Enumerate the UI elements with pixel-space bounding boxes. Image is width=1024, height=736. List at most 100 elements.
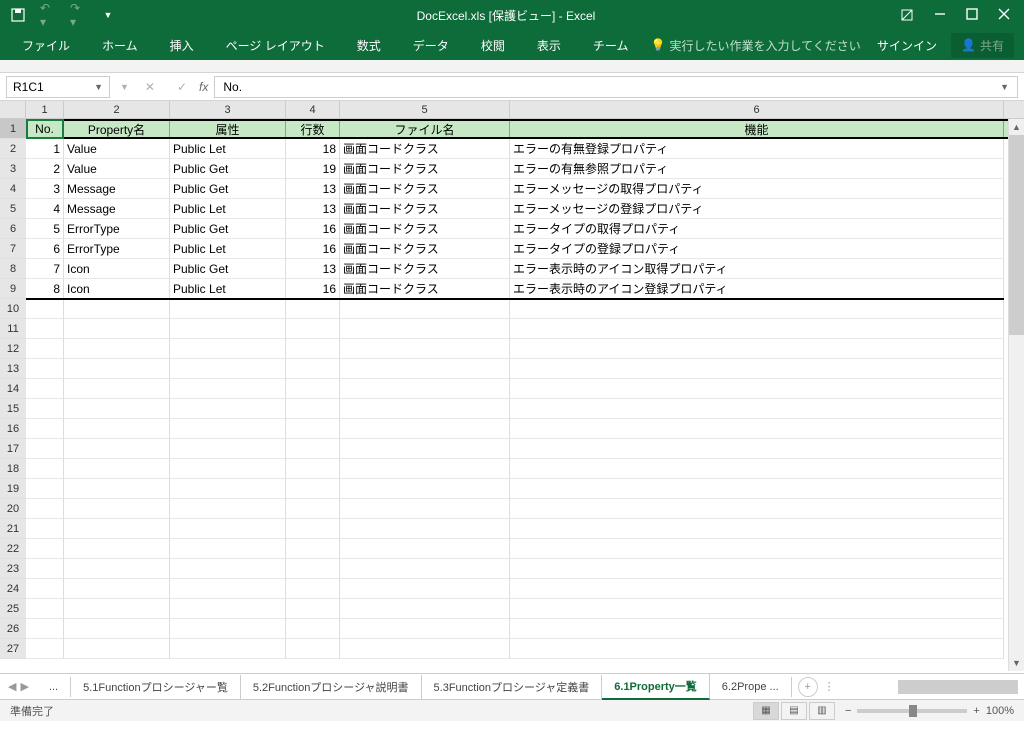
row-header[interactable]: 12 <box>0 339 26 359</box>
row-header[interactable]: 1 <box>0 119 26 139</box>
view-normal-icon[interactable]: ▦ <box>753 702 779 720</box>
empty-row[interactable] <box>26 479 1024 499</box>
view-pagebreak-icon[interactable]: ▥ <box>809 702 835 720</box>
row-header[interactable]: 5 <box>0 199 26 219</box>
tab-home[interactable]: ホーム <box>86 31 154 60</box>
tab-options-icon[interactable]: ⋮ <box>824 680 835 693</box>
tab-nav-prev-icon[interactable]: ◀ <box>8 680 16 693</box>
view-pagelayout-icon[interactable]: ▤ <box>781 702 807 720</box>
formula-expand-icon[interactable]: ▼ <box>1000 82 1009 92</box>
zoom-in-icon[interactable]: + <box>973 705 979 717</box>
row-header[interactable]: 16 <box>0 419 26 439</box>
horizontal-scrollbar[interactable] <box>898 680 1018 694</box>
col-header[interactable]: 2 <box>64 101 170 118</box>
row-header[interactable]: 10 <box>0 299 26 319</box>
row-header[interactable]: 9 <box>0 279 26 299</box>
sheet-tab-ellipsis[interactable]: ... <box>37 677 71 697</box>
undo-icon[interactable]: ↶ ▾ <box>40 7 56 23</box>
scroll-thumb[interactable] <box>1009 135 1024 335</box>
table-row[interactable]: 1ValuePublic Let18画面コードクラスエラーの有無登録プロパティ <box>26 139 1024 159</box>
empty-row[interactable] <box>26 359 1024 379</box>
row-header[interactable]: 20 <box>0 499 26 519</box>
row-header[interactable]: 19 <box>0 479 26 499</box>
tell-me-search[interactable]: 💡 実行したい作業を入力してください <box>650 37 860 54</box>
select-all-corner[interactable] <box>0 101 26 119</box>
sheet-tab[interactable]: 5.3Functionプロシージャ定義書 <box>422 675 603 699</box>
empty-row[interactable] <box>26 319 1024 339</box>
sheet-tab[interactable]: 5.2Functionプロシージャ説明書 <box>241 675 422 699</box>
table-row[interactable]: 3MessagePublic Get13画面コードクラスエラーメッセージの取得プ… <box>26 179 1024 199</box>
tab-formulas[interactable]: 数式 <box>341 31 397 60</box>
signin-link[interactable]: サインイン <box>877 37 937 54</box>
empty-row[interactable] <box>26 559 1024 579</box>
spreadsheet-grid[interactable]: 1234567891011121314151617181920212223242… <box>0 101 1024 673</box>
row-header[interactable]: 3 <box>0 159 26 179</box>
table-row[interactable]: 8IconPublic Let16画面コードクラスエラー表示時のアイコン登録プロ… <box>26 279 1024 299</box>
col-header[interactable]: 1 <box>26 101 64 118</box>
qat-dropdown-icon[interactable]: ▼ <box>100 7 116 23</box>
empty-row[interactable] <box>26 579 1024 599</box>
maximize-icon[interactable] <box>966 8 978 22</box>
formula-input[interactable]: No. ▼ <box>214 76 1018 98</box>
name-box[interactable]: R1C1 ▼ <box>6 76 110 98</box>
sheet-tab-active[interactable]: 6.1Property一覧 <box>602 674 710 700</box>
empty-row[interactable] <box>26 499 1024 519</box>
empty-row[interactable] <box>26 419 1024 439</box>
empty-row[interactable] <box>26 539 1024 559</box>
row-header[interactable]: 21 <box>0 519 26 539</box>
table-row[interactable]: 5ErrorTypePublic Get16画面コードクラスエラータイプの取得プ… <box>26 219 1024 239</box>
empty-row[interactable] <box>26 299 1024 319</box>
row-header[interactable]: 26 <box>0 619 26 639</box>
empty-row[interactable] <box>26 459 1024 479</box>
row-header[interactable]: 24 <box>0 579 26 599</box>
table-row[interactable]: 7IconPublic Get13画面コードクラスエラー表示時のアイコン取得プロ… <box>26 259 1024 279</box>
zoom-knob[interactable] <box>909 705 917 717</box>
hscroll-thumb[interactable] <box>898 680 1018 694</box>
row-header[interactable]: 23 <box>0 559 26 579</box>
share-button[interactable]: 👤 共有 <box>951 33 1014 58</box>
zoom-slider[interactable] <box>857 709 967 713</box>
zoom-level[interactable]: 100% <box>986 705 1014 717</box>
tab-nav-next-icon[interactable]: ▶ <box>20 680 28 693</box>
save-icon[interactable] <box>10 7 26 23</box>
row-header[interactable]: 13 <box>0 359 26 379</box>
scroll-up-icon[interactable]: ▲ <box>1009 119 1024 135</box>
row-header[interactable]: 18 <box>0 459 26 479</box>
row-header[interactable]: 14 <box>0 379 26 399</box>
namebox-expand-icon[interactable]: ▼ <box>120 82 129 92</box>
row-header[interactable]: 4 <box>0 179 26 199</box>
row-header[interactable]: 25 <box>0 599 26 619</box>
col-header[interactable]: 4 <box>286 101 340 118</box>
tab-review[interactable]: 校閲 <box>465 31 521 60</box>
empty-row[interactable] <box>26 399 1024 419</box>
minimize-icon[interactable] <box>934 8 946 22</box>
row-header[interactable]: 2 <box>0 139 26 159</box>
row-header[interactable]: 6 <box>0 219 26 239</box>
row-header[interactable]: 27 <box>0 639 26 659</box>
col-header[interactable]: 6 <box>510 101 1004 118</box>
tab-file[interactable]: ファイル <box>6 31 86 60</box>
col-header[interactable]: 5 <box>340 101 510 118</box>
row-header[interactable]: 15 <box>0 399 26 419</box>
row-header[interactable]: 7 <box>0 239 26 259</box>
empty-row[interactable] <box>26 639 1024 659</box>
table-row[interactable]: 4MessagePublic Let13画面コードクラスエラーメッセージの登録プ… <box>26 199 1024 219</box>
empty-row[interactable] <box>26 599 1024 619</box>
row-header[interactable]: 8 <box>0 259 26 279</box>
redo-icon[interactable]: ↷ ▾ <box>70 7 86 23</box>
tab-pagelayout[interactable]: ページ レイアウト <box>210 31 341 60</box>
empty-row[interactable] <box>26 339 1024 359</box>
sheet-tab[interactable]: 5.1Functionプロシージャー覧 <box>71 675 241 699</box>
column-headers[interactable]: 1 2 3 4 5 6 <box>26 101 1024 119</box>
sheet-tab[interactable]: 6.2Prope ... <box>710 677 792 697</box>
scroll-down-icon[interactable]: ▼ <box>1009 655 1024 671</box>
table-row[interactable]: 6ErrorTypePublic Let16画面コードクラスエラータイプの登録プ… <box>26 239 1024 259</box>
ribbon-options-icon[interactable] <box>900 8 914 22</box>
enter-icon[interactable]: ✓ <box>171 80 193 94</box>
close-icon[interactable] <box>998 8 1010 22</box>
empty-row[interactable] <box>26 379 1024 399</box>
chevron-down-icon[interactable]: ▼ <box>94 82 103 92</box>
tab-view[interactable]: 表示 <box>521 31 577 60</box>
table-row[interactable]: 2ValuePublic Get19画面コードクラスエラーの有無参照プロパティ <box>26 159 1024 179</box>
tab-data[interactable]: データ <box>397 31 465 60</box>
